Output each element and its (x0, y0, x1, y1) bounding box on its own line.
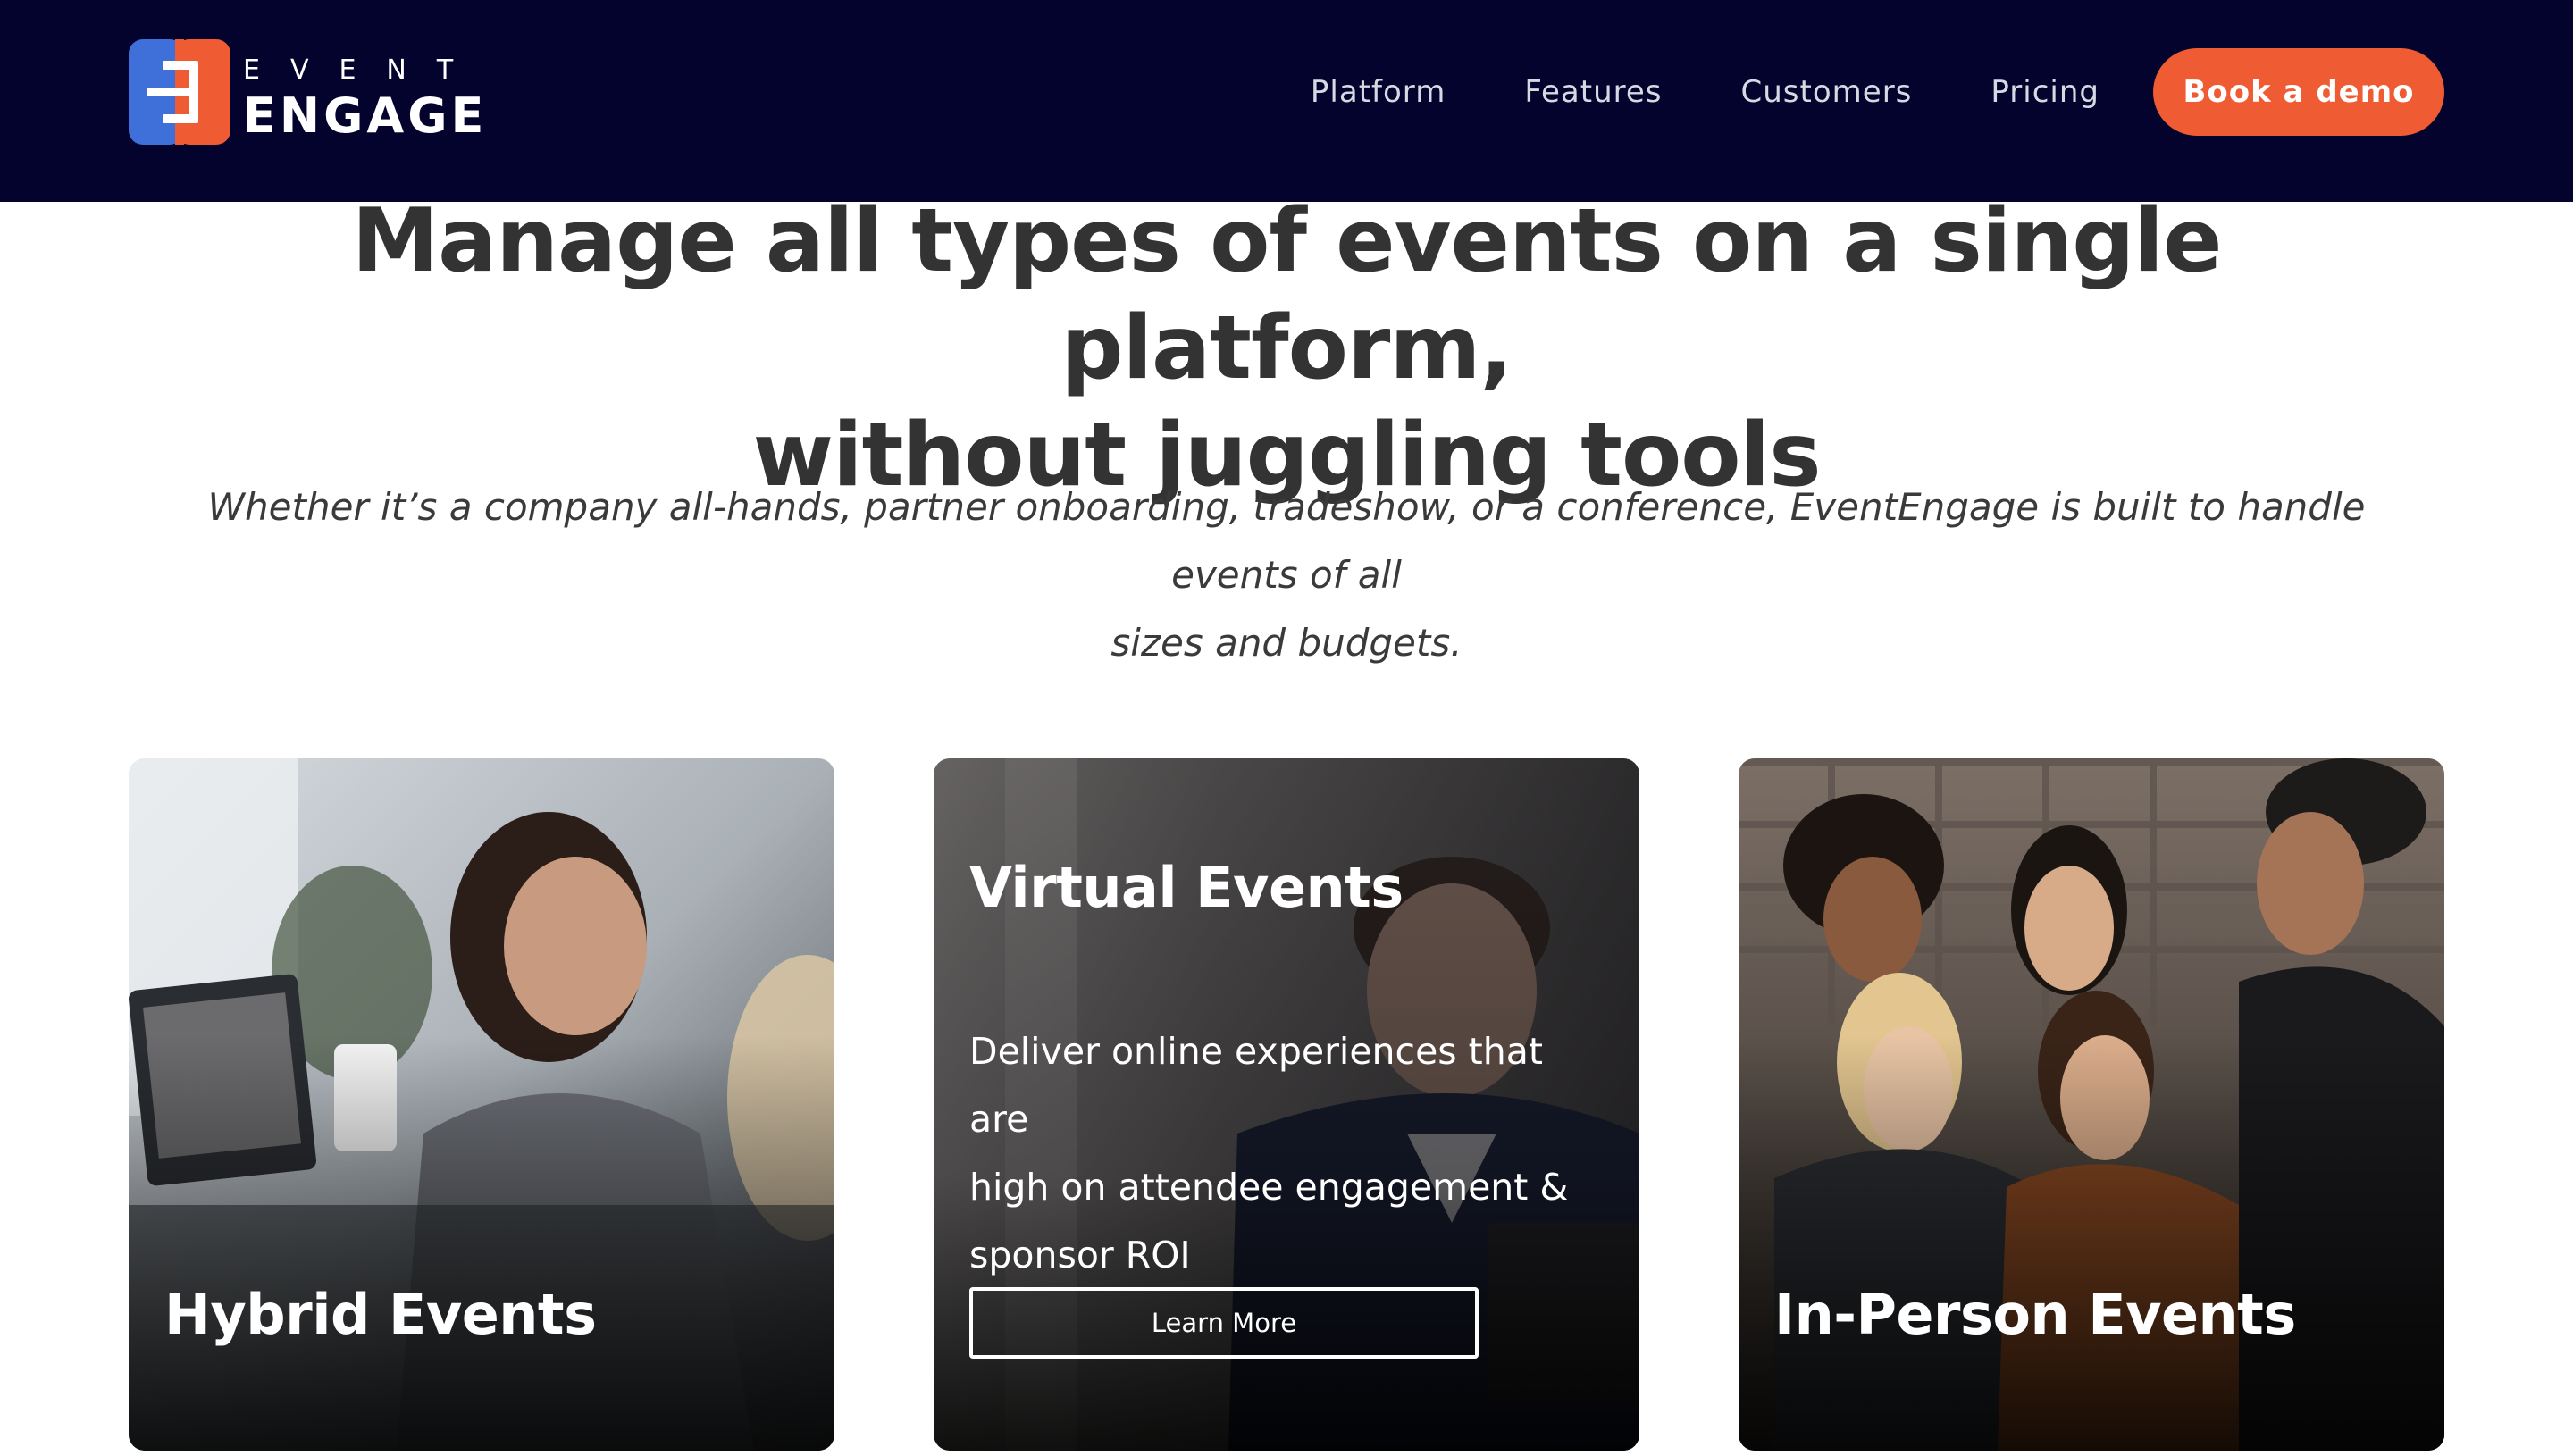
in-person-events-card[interactable]: In-Person Events (1739, 758, 2444, 1451)
nav-platform[interactable]: Platform (1311, 74, 1446, 110)
subtext-line-2: sizes and budgets. (1110, 621, 1463, 665)
brand-logo[interactable]: EVENT ENGAGE (129, 39, 483, 146)
in-person-events-title: In-Person Events (1774, 1282, 2296, 1347)
subtext-line-1: Whether it’s a company all-hands, partne… (207, 485, 2366, 597)
site-header: EVENT ENGAGE Platform Features Customers… (0, 0, 2573, 202)
nav-features[interactable]: Features (1524, 74, 1662, 110)
learn-more-button[interactable]: Learn More (969, 1287, 1479, 1359)
book-demo-button[interactable]: Book a demo (2153, 48, 2444, 136)
desc-line-2: high on attendee engagement & (969, 1166, 1569, 1209)
virtual-events-description: Deliver online experiences that are high… (969, 1017, 1613, 1289)
logo-wordmark-top: EVENT (243, 54, 484, 86)
headline-line-1: Manage all types of events on a single p… (351, 190, 2223, 399)
hybrid-events-title: Hybrid Events (164, 1282, 597, 1347)
page-headline: Manage all types of events on a single p… (129, 188, 2444, 509)
virtual-events-card[interactable]: Virtual Events Deliver online experience… (934, 758, 1639, 1451)
nav-customers[interactable]: Customers (1741, 74, 1913, 110)
nav-pricing[interactable]: Pricing (1991, 74, 2099, 110)
main-nav: Platform Features Customers Pricing Book… (1311, 48, 2444, 136)
logo-wordmark-bottom: ENGAGE (243, 88, 488, 144)
hybrid-events-card[interactable]: Hybrid Events (129, 758, 834, 1451)
logo-wordmark: EVENT ENGAGE (243, 55, 487, 143)
virtual-events-title: Virtual Events (969, 855, 1404, 920)
desc-line-3: sponsor ROI (969, 1234, 1191, 1276)
hero-subtext: Whether it’s a company all-hands, partne… (152, 473, 2421, 677)
desc-line-1: Deliver online experiences that are (969, 1030, 1543, 1141)
logo-mark-icon (129, 39, 230, 145)
